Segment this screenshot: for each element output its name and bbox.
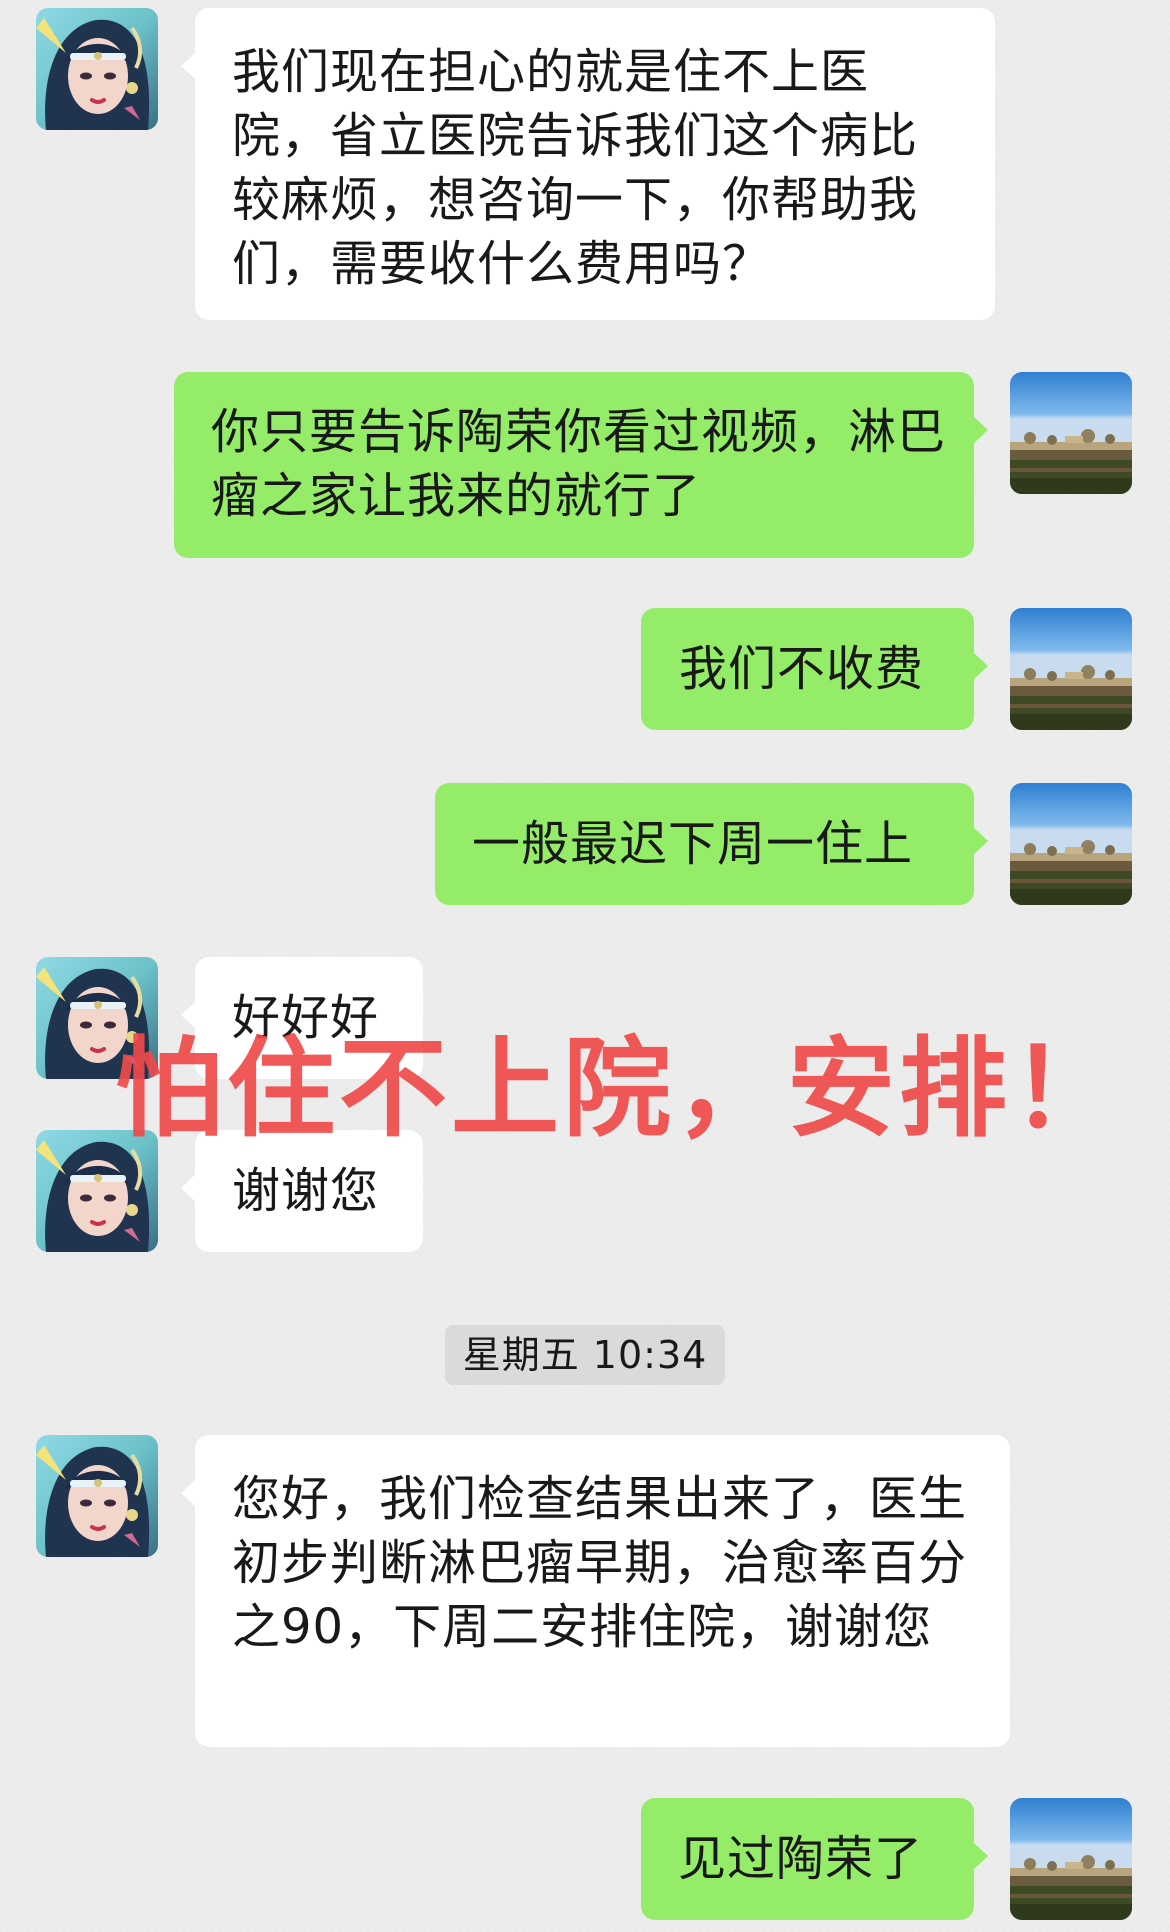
overlay-caption: 怕住不上院，安排！ (115, 1027, 1124, 1152)
message-text: 谢谢您 (232, 1163, 380, 1219)
message-text: 我们现在担心的就是住不上医院，省立医院告诉我们这个病比较麻烦，想咨询一下，你帮助… (232, 44, 919, 292)
landscape-avatar-icon[interactable] (1010, 783, 1132, 905)
message-text: 您好，我们检查结果出来了，医生初步判断淋巴瘤早期，治愈率百分之90，下周二安排住… (232, 1471, 968, 1655)
landscape-avatar-icon[interactable] (1010, 372, 1132, 494)
message-bubble-outgoing[interactable]: 见过陶荣了 (641, 1798, 988, 1920)
contact-avatar-icon[interactable] (36, 8, 158, 130)
landscape-avatar-icon[interactable] (1010, 608, 1132, 730)
landscape-avatar-icon[interactable] (1010, 1798, 1132, 1920)
timestamp: 星期五 10:34 (445, 1325, 725, 1385)
message-text: 我们不收费 (679, 641, 925, 697)
message-text: 你只要告诉陶荣你看过视频，淋巴瘤之家让我来的就行了 (211, 404, 947, 524)
message-bubble-outgoing[interactable]: 一般最迟下周一住上 (435, 783, 988, 905)
message-text: 见过陶荣了 (678, 1831, 924, 1887)
message-bubble-incoming[interactable]: 您好，我们检查结果出来了，医生初步判断淋巴瘤早期，治愈率百分之90，下周二安排住… (181, 1435, 1010, 1747)
message-bubble-incoming[interactable]: 我们现在担心的就是住不上医院，省立医院告诉我们这个病比较麻烦，想咨询一下，你帮助… (181, 8, 995, 320)
contact-avatar-icon[interactable] (36, 1435, 158, 1557)
message-bubble-outgoing[interactable]: 我们不收费 (641, 608, 988, 730)
message-text: 一般最迟下周一住上 (472, 816, 914, 872)
message-bubble-outgoing[interactable]: 你只要告诉陶荣你看过视频，淋巴瘤之家让我来的就行了 (174, 372, 988, 558)
